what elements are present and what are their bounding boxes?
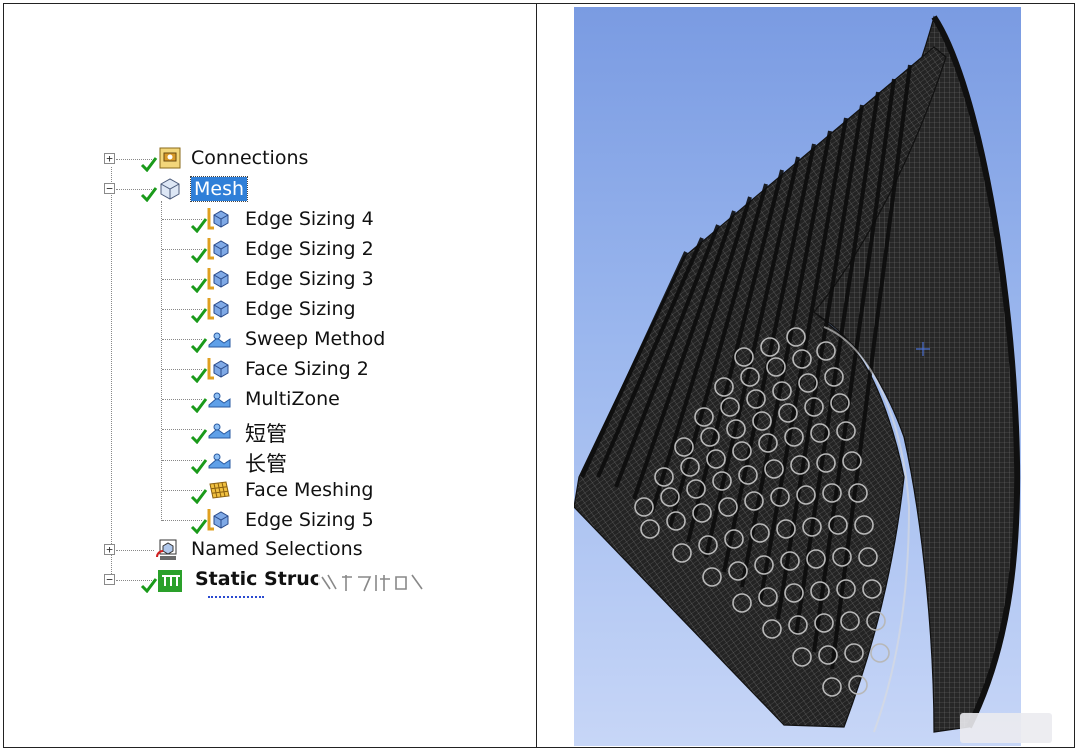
collapse-static-structural-toggle[interactable]: − [104, 574, 115, 585]
tree-item-label: Named Selections [191, 538, 363, 560]
mesh-model-view[interactable] [574, 7, 1021, 746]
tree-item-label: Edge Sizing 5 [245, 509, 374, 531]
expand-named-selections-toggle[interactable]: + [104, 544, 115, 555]
tree-item-label: Edge Sizing 3 [245, 268, 374, 290]
tree-item-label: Face Sizing 2 [245, 358, 369, 380]
watermark-blur [960, 713, 1052, 743]
face-sizing-icon [207, 358, 229, 380]
expand-connections-toggle[interactable]: + [104, 153, 115, 164]
edge-sizing-icon [207, 238, 229, 260]
collapse-mesh-toggle[interactable]: − [104, 183, 115, 194]
cut-off-item-underline [208, 596, 264, 603]
face-meshing-icon [209, 481, 230, 499]
tree-item-label: Static Struc [195, 568, 321, 590]
edge-sizing-icon [207, 208, 229, 230]
tree-item-label: Edge Sizing [245, 298, 356, 320]
tree-branch [116, 550, 154, 551]
graphics-viewport[interactable] [574, 7, 1052, 746]
tree-item-label: Edge Sizing 2 [245, 238, 374, 260]
named-selections-icon [156, 539, 177, 560]
tree-item-label: 短管 [245, 422, 287, 446]
method-icon [208, 423, 231, 439]
static-structural-icon [158, 570, 182, 592]
edge-sizing-icon [207, 298, 229, 320]
tree-item-label: MultiZone [245, 388, 340, 410]
edge-sizing-icon [207, 509, 229, 531]
method-icon [208, 332, 231, 348]
mesh-icon [160, 178, 180, 200]
tree-item-label: 长管 [245, 452, 287, 476]
tree-item-label: Edge Sizing 4 [245, 208, 374, 230]
graphics-panel [537, 4, 1074, 747]
tree-item-label: Face Meshing [245, 479, 374, 501]
outline-tree: + − + − Connections Mesh Edge Sizing 4 E… [4, 4, 536, 747]
tree-guide-root [111, 167, 112, 584]
tree-item-label: Sweep Method [245, 328, 386, 350]
connections-icon [159, 147, 181, 169]
watermark-overlay [318, 571, 424, 593]
outline-panel: + − + − Connections Mesh Edge Sizing 4 E… [4, 4, 536, 747]
method-icon [208, 392, 231, 408]
method-icon [208, 453, 231, 469]
tree-item-label: Mesh [189, 176, 249, 202]
tree-item-label: Connections [191, 147, 309, 169]
edge-sizing-icon [207, 268, 229, 290]
